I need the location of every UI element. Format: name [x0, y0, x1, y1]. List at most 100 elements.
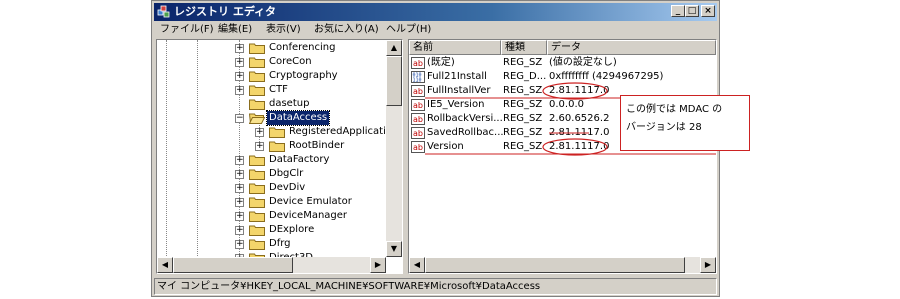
dword-value-icon: 010110: [411, 71, 425, 83]
tree-item-label: Device Emulator: [269, 196, 352, 207]
expand-toggle[interactable]: +: [255, 128, 264, 137]
menu-help[interactable]: ヘルプ(H): [386, 22, 431, 38]
scroll-right-arrow-icon[interactable]: ▶: [370, 257, 386, 273]
tree-item-label: RootBinder: [289, 140, 345, 151]
value-list-pane[interactable]: 名前 種類 データ ab (既定) REG_SZ (値の設定なし) 010 110…: [408, 39, 717, 274]
tree-item-dataaccess[interactable]: − DataAccess: [157, 110, 385, 126]
scroll-thumb[interactable]: [425, 257, 685, 273]
scroll-left-arrow-icon[interactable]: ◀: [409, 257, 425, 273]
menu-favorites[interactable]: お気に入り(A): [314, 22, 379, 38]
value-name: SavedRollbac...: [427, 127, 504, 138]
value-type: REG_SZ: [503, 99, 543, 110]
tree-item-cryptography[interactable]: + Cryptography: [157, 69, 385, 83]
expand-toggle[interactable]: +: [235, 86, 244, 95]
open-folder-icon: [249, 113, 265, 124]
tree-item-rootbinder[interactable]: + RootBinder: [157, 139, 385, 153]
value-type: REG_SZ: [503, 113, 543, 124]
folder-icon: [249, 211, 265, 222]
tree-item-label: CTF: [269, 84, 288, 95]
tree-item-ctf[interactable]: + CTF: [157, 83, 385, 97]
value-type: REG_SZ: [503, 141, 543, 152]
folder-icon: [249, 85, 265, 96]
svg-text:ab: ab: [413, 101, 423, 110]
string-value-icon: ab: [411, 127, 425, 139]
folder-icon: [249, 183, 265, 194]
menu-view[interactable]: 表示(V): [266, 22, 301, 38]
expand-toggle[interactable]: +: [235, 44, 244, 53]
value-data: (値の設定なし): [549, 57, 617, 68]
value-type: REG_D...: [503, 71, 547, 82]
expand-toggle[interactable]: +: [235, 156, 244, 165]
folder-icon: [249, 239, 265, 250]
title-bar[interactable]: レジストリ エディタ _ □ ×: [154, 3, 717, 21]
tree-item-label: DataFactory: [269, 154, 330, 165]
value-row-full21install[interactable]: 010 110 Full21Install REG_D... 0xffffffff…: [409, 70, 716, 84]
expand-toggle[interactable]: +: [235, 58, 244, 67]
maximize-button[interactable]: □: [685, 5, 699, 17]
expand-toggle[interactable]: +: [235, 184, 244, 193]
scroll-up-arrow-icon[interactable]: ▲: [386, 40, 402, 56]
scroll-down-arrow-icon[interactable]: ▼: [386, 241, 402, 257]
tree-item-dbgclr[interactable]: + DbgClr: [157, 167, 385, 181]
expand-toggle[interactable]: +: [235, 226, 244, 235]
column-header-type[interactable]: 種類: [501, 40, 547, 55]
registry-editor-icon: [157, 5, 170, 18]
expand-toggle[interactable]: +: [235, 240, 244, 249]
minimize-button[interactable]: _: [671, 5, 685, 17]
value-row-default[interactable]: ab (既定) REG_SZ (値の設定なし): [409, 56, 716, 70]
tree-item-label: DbgClr: [269, 168, 304, 179]
scroll-left-arrow-icon[interactable]: ◀: [157, 257, 173, 273]
tree-horizontal-scrollbar[interactable]: ◀ ▶: [157, 257, 386, 273]
scroll-thumb[interactable]: [173, 257, 293, 273]
tree-item-dexplore[interactable]: + DExplore: [157, 223, 385, 237]
svg-text:ab: ab: [413, 143, 423, 152]
callout-line-2: バージョンは 28: [626, 122, 702, 133]
key-tree-pane[interactable]: + Conferencing + CoreCon + Cryptography …: [156, 39, 403, 274]
tree-item-label: Conferencing: [269, 42, 336, 53]
expand-toggle[interactable]: +: [235, 198, 244, 207]
tree-item-label: DeviceManager: [269, 210, 348, 221]
column-header-name[interactable]: 名前: [409, 40, 501, 55]
close-button[interactable]: ×: [701, 5, 715, 17]
tree-item-devicemanager[interactable]: + DeviceManager: [157, 209, 385, 223]
tree-item-conferencing[interactable]: + Conferencing: [157, 41, 385, 55]
tree-item-corecon[interactable]: + CoreCon: [157, 55, 385, 69]
callout-line-1: この例では MDAC の: [626, 104, 723, 115]
tree-item-devdiv[interactable]: + DevDiv: [157, 181, 385, 195]
scroll-thumb[interactable]: [386, 56, 402, 106]
mdac-version-callout: この例では MDAC の バージョンは 28: [620, 95, 750, 151]
value-data: 2.60.6526.2: [549, 113, 610, 124]
value-name: Version: [427, 141, 464, 152]
menu-edit[interactable]: 編集(E): [218, 22, 252, 38]
menu-file[interactable]: ファイル(F): [160, 22, 214, 38]
string-value-icon: ab: [411, 99, 425, 111]
tree-vertical-scrollbar[interactable]: ▲ ▼: [386, 40, 402, 257]
list-horizontal-scrollbar[interactable]: ◀ ▶: [409, 257, 716, 273]
scroll-right-arrow-icon[interactable]: ▶: [700, 257, 716, 273]
expand-toggle[interactable]: +: [235, 170, 244, 179]
tree-item-label: Dfrg: [269, 238, 291, 249]
value-data: 2.81.1117.0: [549, 127, 610, 138]
value-name: IE5_Version: [427, 99, 485, 110]
value-data: 2.81.1117.0: [549, 141, 610, 152]
tree-item-registeredapplications[interactable]: + RegisteredApplications: [157, 125, 402, 139]
value-type: REG_SZ: [503, 127, 543, 138]
tree-item-dasetup[interactable]: dasetup: [157, 97, 385, 111]
folder-icon: [249, 155, 265, 166]
window-title: レジストリ エディタ: [174, 5, 277, 18]
folder-icon: [249, 197, 265, 208]
expand-toggle[interactable]: +: [255, 142, 264, 151]
tree-item-datafactory[interactable]: + DataFactory: [157, 153, 385, 167]
value-type: REG_SZ: [503, 57, 543, 68]
expand-toggle[interactable]: +: [235, 212, 244, 221]
svg-text:ab: ab: [413, 87, 423, 96]
tree-item-device-emulator[interactable]: + Device Emulator: [157, 195, 385, 209]
collapse-toggle[interactable]: −: [235, 114, 244, 123]
status-bar-path: マイ コンピュータ¥HKEY_LOCAL_MACHINE¥SOFTWARE¥Mi…: [154, 278, 717, 295]
tree-item-label: Cryptography: [269, 70, 338, 81]
tree-item-dfrg[interactable]: + Dfrg: [157, 237, 385, 251]
value-data: 2.81.1117.0: [549, 85, 610, 96]
expand-toggle[interactable]: +: [235, 72, 244, 81]
folder-icon: [269, 141, 285, 152]
column-header-data[interactable]: データ: [547, 40, 716, 55]
